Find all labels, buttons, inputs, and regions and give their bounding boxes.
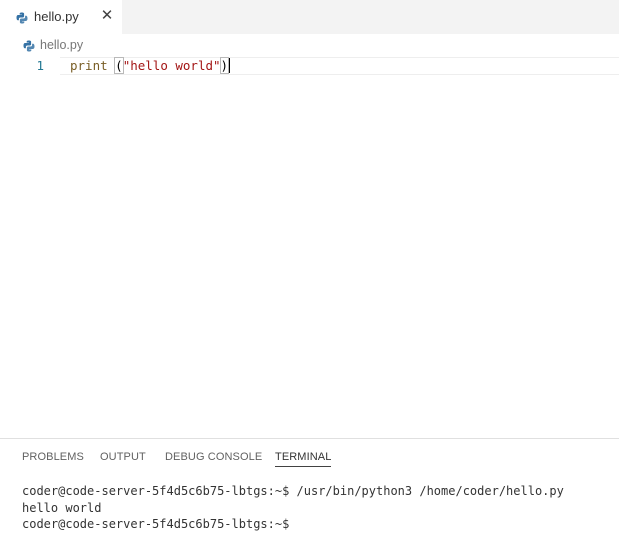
line-number: 1 [36, 58, 44, 73]
terminal-output[interactable]: coder@code-server-5f4d5c6b75-lbtgs:~$ /u… [22, 483, 612, 533]
panel-tab-output[interactable]: OUTPUT [100, 451, 146, 466]
code-token-close-paren: ) [219, 57, 230, 74]
tab-hello-py[interactable]: hello.py ✕ [0, 0, 122, 34]
breadcrumb: hello.py [0, 34, 619, 56]
code-token-open-paren: ( [114, 57, 124, 74]
tab-bar: hello.py ✕ [0, 0, 619, 34]
python-file-icon [23, 39, 35, 57]
terminal-line: coder@code-server-5f4d5c6b75-lbtgs:~$ [22, 517, 290, 531]
text-cursor [228, 58, 231, 73]
terminal-line: coder@code-server-5f4d5c6b75-lbtgs:~$ /u… [22, 484, 564, 498]
close-tab-icon[interactable]: ✕ [100, 8, 114, 24]
panel-tab-debug-console[interactable]: DEBUG CONSOLE [165, 451, 262, 466]
code-token-function: print [70, 58, 108, 73]
code-editor[interactable]: 1 print ("hello world") [0, 56, 619, 438]
code-token-string: "hello world" [122, 58, 221, 73]
bottom-panel: PROBLEMS OUTPUT DEBUG CONSOLE TERMINAL c… [0, 438, 619, 560]
python-file-icon [16, 11, 28, 29]
breadcrumb-file[interactable]: hello.py [40, 38, 83, 52]
panel-tab-terminal[interactable]: TERMINAL [275, 451, 332, 467]
terminal-line: hello world [22, 500, 102, 515]
tab-label: hello.py [34, 9, 79, 24]
code-line[interactable]: print ("hello world") [70, 57, 231, 74]
panel-tab-problems[interactable]: PROBLEMS [22, 451, 84, 466]
editor-window: hello.py ✕ hello.py 1 print ("hello worl… [0, 0, 619, 560]
